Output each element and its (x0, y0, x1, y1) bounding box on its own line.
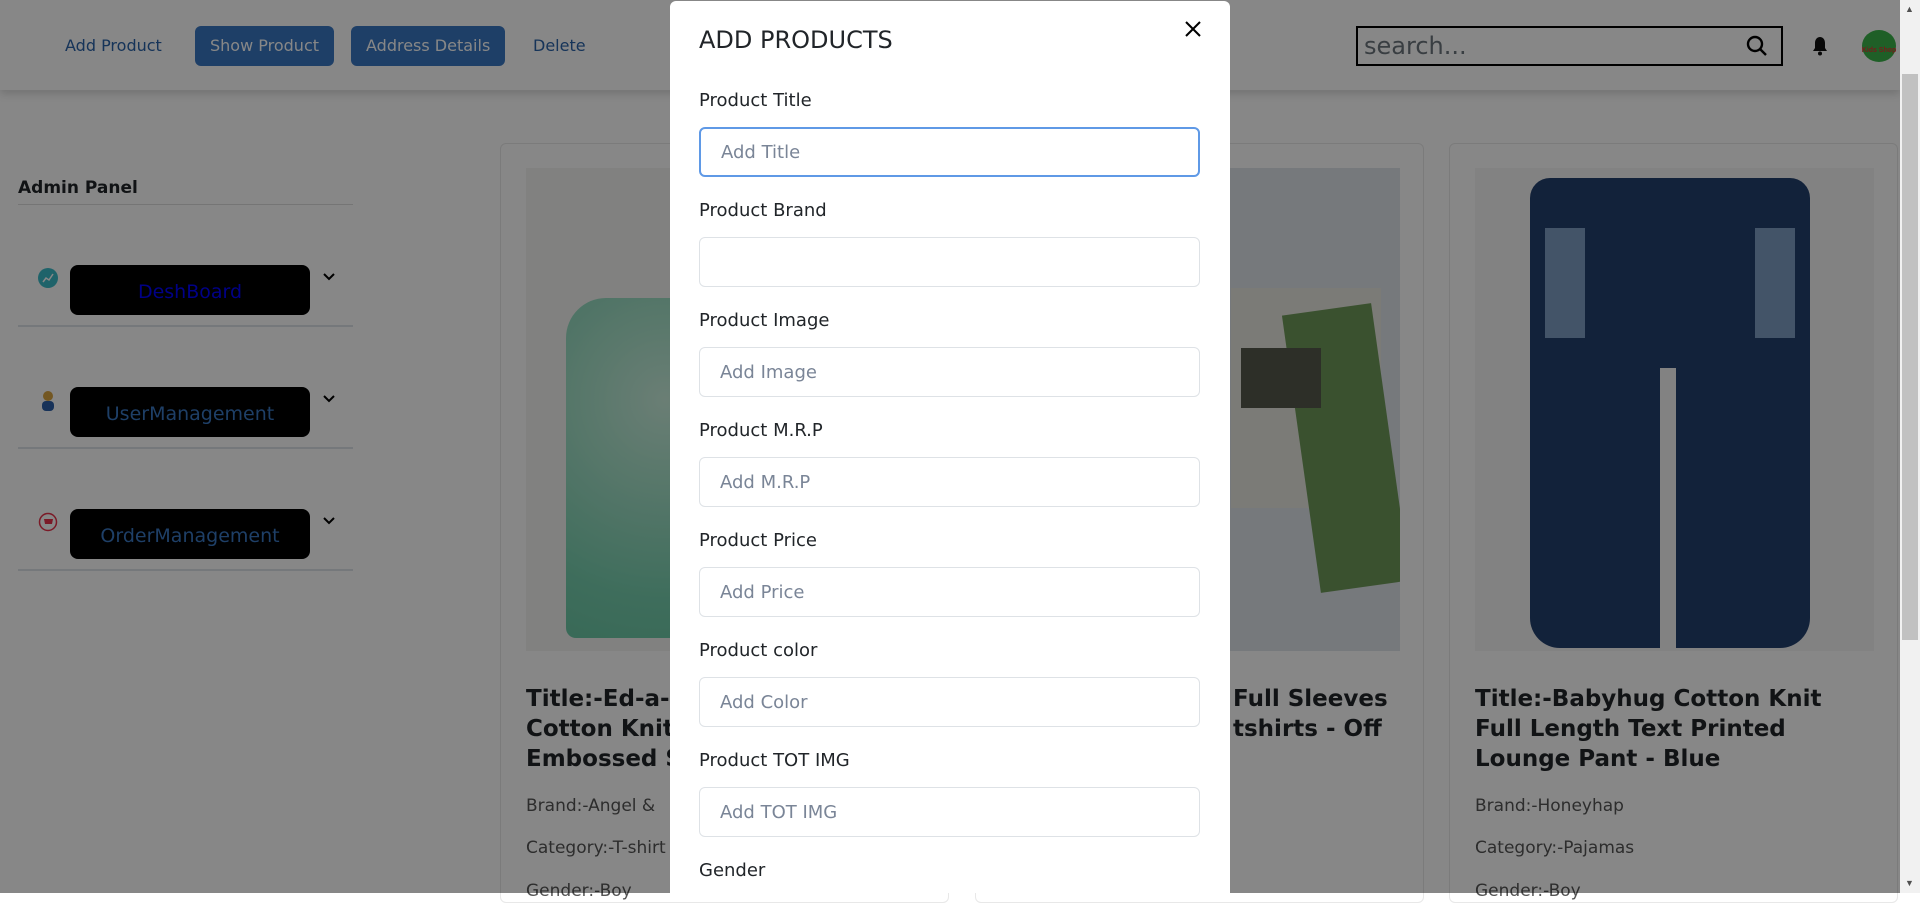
scrollbar-thumb[interactable] (1902, 74, 1918, 640)
product-price-input[interactable] (699, 567, 1200, 617)
add-product-modal: ADD PRODUCTS Product Title Product Brand… (670, 1, 1230, 893)
gender-field: Gender (699, 860, 1200, 887)
field-label: Product color (699, 640, 818, 661)
field-label: Product TOT IMG (699, 750, 850, 771)
modal-title: ADD PRODUCTS (699, 26, 893, 54)
product-price-field: Product Price (699, 530, 1200, 617)
product-color-input[interactable] (699, 677, 1200, 727)
product-brand-field: Product Brand (699, 200, 1200, 287)
field-label: Product Image (699, 310, 830, 331)
product-title-input[interactable] (699, 127, 1200, 177)
close-icon[interactable] (1184, 19, 1202, 43)
product-color-field: Product color (699, 640, 1200, 727)
scrollbar[interactable]: ▲ ▼ (1900, 0, 1920, 893)
field-label: Product Title (699, 90, 812, 111)
scroll-down-icon[interactable]: ▼ (1905, 878, 1914, 888)
product-title-field: Product Title (699, 90, 1200, 177)
product-image-field: Product Image (699, 310, 1200, 397)
product-image-input[interactable] (699, 347, 1200, 397)
product-tot-img-input[interactable] (699, 787, 1200, 837)
field-label: Product M.R.P (699, 420, 823, 441)
scroll-up-icon[interactable]: ▲ (1905, 4, 1914, 14)
field-label: Product Price (699, 530, 817, 551)
product-mrp-field: Product M.R.P (699, 420, 1200, 507)
product-mrp-input[interactable] (699, 457, 1200, 507)
product-tot-img-field: Product TOT IMG (699, 750, 1200, 837)
product-brand-input[interactable] (699, 237, 1200, 287)
field-label: Gender (699, 860, 766, 881)
field-label: Product Brand (699, 200, 827, 221)
